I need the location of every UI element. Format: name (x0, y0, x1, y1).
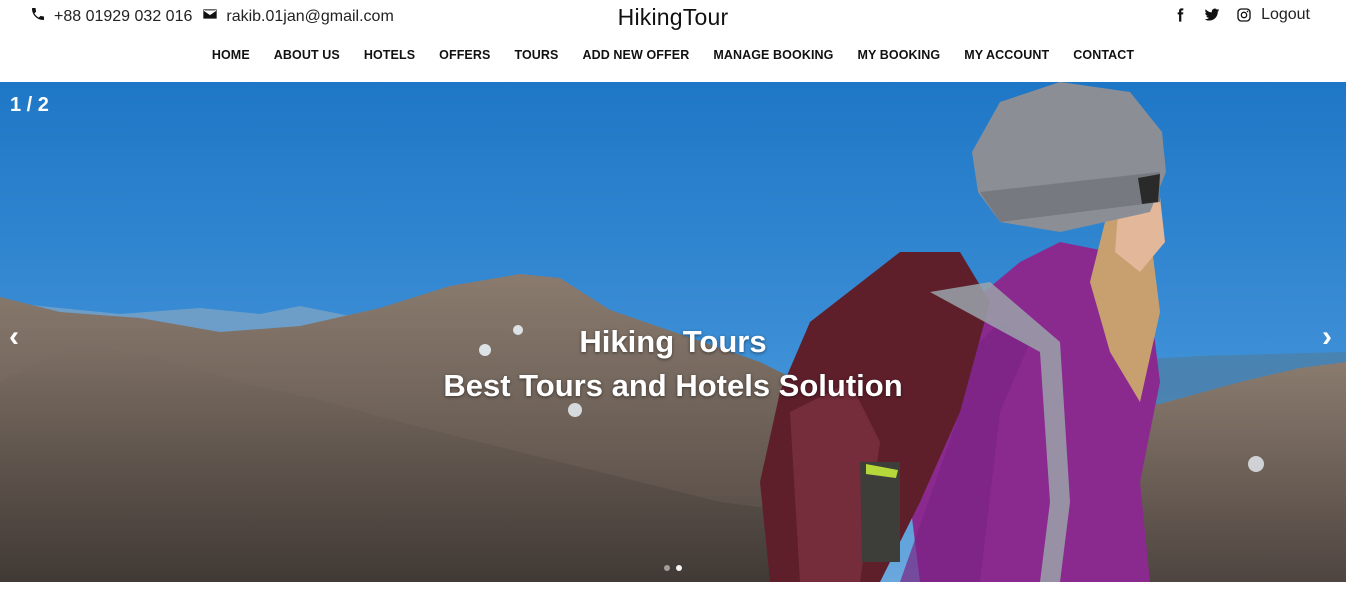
brand-title[interactable]: HikingTour (0, 4, 1346, 31)
nav-hotels[interactable]: HOTELS (364, 48, 415, 62)
nav-home[interactable]: HOME (212, 48, 250, 62)
twitter-icon[interactable] (1203, 6, 1221, 24)
slide-indicator-dot[interactable] (664, 565, 670, 571)
nav-manage-booking[interactable]: MANAGE BOOKING (713, 48, 833, 62)
slide-counter: 1 / 2 (10, 94, 49, 116)
slide-subtitle: Best Tours and Hotels Solution (443, 368, 903, 403)
facebook-icon[interactable] (1171, 6, 1189, 24)
nav-my-account[interactable]: MY ACCOUNT (964, 48, 1049, 62)
page: +88 01929 032 016 rakib.01jan@gmail.com … (0, 0, 1346, 612)
slide-captions: Hiking Tours Best Tours and Hotels Solut… (0, 322, 1346, 410)
slide-title: Hiking Tours (579, 324, 767, 359)
social-links: Logout (1157, 6, 1310, 24)
slide-indicators (0, 558, 1346, 576)
brand-text: HikingTour (617, 4, 729, 30)
main-nav: HOME ABOUT US HOTELS OFFERS TOURS ADD NE… (0, 48, 1346, 62)
logout-link[interactable]: Logout (1261, 6, 1310, 24)
top-bar: +88 01929 032 016 rakib.01jan@gmail.com … (0, 0, 1346, 40)
nav-add-new-offer[interactable]: ADD NEW OFFER (582, 48, 689, 62)
nav-about-us[interactable]: ABOUT US (274, 48, 340, 62)
nav-my-booking[interactable]: MY BOOKING (857, 48, 940, 62)
instagram-icon[interactable] (1235, 6, 1253, 24)
slide-indicator-dot[interactable] (676, 565, 682, 571)
nav-offers[interactable]: OFFERS (439, 48, 490, 62)
hero-carousel: 1 / 2 ‹ › Hiking Tours Best Tours and Ho… (0, 82, 1346, 582)
nav-tours[interactable]: TOURS (514, 48, 558, 62)
nav-contact[interactable]: CONTACT (1073, 48, 1134, 62)
